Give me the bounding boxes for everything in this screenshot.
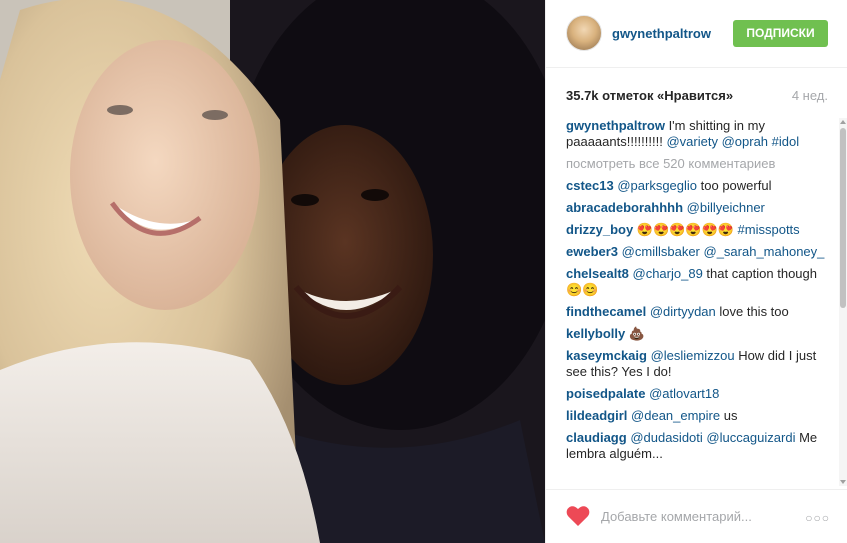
- caption: gwynethpaltrow I'm shitting in my paaaaa…: [566, 118, 828, 150]
- comment-text: too powerful: [697, 178, 772, 193]
- comment-author[interactable]: kaseymckaig: [566, 348, 647, 363]
- comment-author[interactable]: chelsealt8: [566, 266, 629, 281]
- comment-tag[interactable]: @billyeichner: [687, 200, 765, 215]
- caption-author[interactable]: gwynethpaltrow: [566, 118, 665, 133]
- caption-tag[interactable]: @oprah: [722, 134, 768, 149]
- comment-text: 💩: [625, 326, 646, 341]
- comment-tag[interactable]: @dean_empire: [631, 408, 720, 423]
- comment-text: 😍😍😍😍😍😍: [633, 222, 738, 237]
- comment-author[interactable]: cstec13: [566, 178, 614, 193]
- post-age[interactable]: 4 нед.: [792, 88, 828, 103]
- comment-tag[interactable]: @parksgeglio: [617, 178, 697, 193]
- follow-button[interactable]: ПОДПИСКИ: [733, 20, 828, 47]
- list-item: poisedpalate @atlovart18: [566, 386, 828, 402]
- scrollbar-thumb[interactable]: [840, 128, 846, 308]
- comment-tag[interactable]: @cmillsbaker @_sarah_mahoney_: [622, 244, 825, 259]
- list-item: claudiagg @dudasidoti @luccaguizardi Me …: [566, 430, 828, 462]
- comment-text: love this too: [715, 304, 789, 319]
- comment-author[interactable]: claudiagg: [566, 430, 627, 445]
- comment-author[interactable]: poisedpalate: [566, 386, 645, 401]
- comment-author[interactable]: lildeadgirl: [566, 408, 627, 423]
- list-item: kaseymckaig @lesliemizzou How did I just…: [566, 348, 828, 380]
- comments-scrollbar[interactable]: [839, 118, 847, 486]
- scroll-up-icon[interactable]: [840, 120, 846, 124]
- comment-author[interactable]: kellybolly: [566, 326, 625, 341]
- list-item: drizzy_boy 😍😍😍😍😍😍 #misspotts: [566, 222, 828, 238]
- post-header: gwynethpaltrow ПОДПИСКИ: [546, 0, 847, 68]
- comment-author[interactable]: eweber3: [566, 244, 618, 259]
- post-stats: 35.7k отметок «Нравится» 4 нед.: [566, 88, 828, 103]
- comment-tag[interactable]: @lesliemizzou: [651, 348, 735, 363]
- likes-count[interactable]: 35.7k отметок «Нравится»: [566, 88, 733, 103]
- comment-text: us: [720, 408, 738, 423]
- avatar[interactable]: [566, 15, 602, 51]
- post-photo[interactable]: [0, 0, 545, 543]
- comment-tag[interactable]: #misspotts: [738, 222, 800, 237]
- comment-author[interactable]: findthecamel: [566, 304, 646, 319]
- post-sidebar: gwynethpaltrow ПОДПИСКИ 35.7k отметок «Н…: [545, 0, 847, 543]
- comments-list[interactable]: gwynethpaltrow I'm shitting in my paaaaa…: [566, 118, 828, 486]
- more-options-icon[interactable]: ○○○: [805, 511, 830, 525]
- comment-tag[interactable]: @atlovart18: [649, 386, 719, 401]
- photo-illustration: [0, 0, 545, 543]
- instagram-post: gwynethpaltrow ПОДПИСКИ 35.7k отметок «Н…: [0, 0, 847, 543]
- list-item: lildeadgirl @dean_empire us: [566, 408, 828, 424]
- author-username[interactable]: gwynethpaltrow: [612, 26, 711, 41]
- list-item: chelsealt8 @charjo_89 that caption thoug…: [566, 266, 828, 298]
- comment-author[interactable]: drizzy_boy: [566, 222, 633, 237]
- view-all-comments-link[interactable]: посмотреть все 520 комментариев: [566, 156, 828, 172]
- comment-input[interactable]: [601, 505, 791, 527]
- caption-tag[interactable]: #idol: [772, 134, 799, 149]
- comment-tag[interactable]: @charjo_89: [633, 266, 703, 281]
- caption-tag[interactable]: @variety: [666, 134, 718, 149]
- scroll-down-icon[interactable]: [840, 480, 846, 484]
- comment-author[interactable]: abracadeborahhhh: [566, 200, 683, 215]
- heart-icon[interactable]: [566, 505, 590, 527]
- comment-tag[interactable]: @dirtyydan: [650, 304, 716, 319]
- post-footer: ○○○: [546, 489, 847, 543]
- list-item: eweber3 @cmillsbaker @_sarah_mahoney_: [566, 244, 828, 260]
- list-item: abracadeborahhhh @billyeichner: [566, 200, 828, 216]
- list-item: kellybolly 💩: [566, 326, 828, 342]
- comment-tag[interactable]: @dudasidoti @luccaguizardi: [630, 430, 795, 445]
- list-item: cstec13 @parksgeglio too powerful: [566, 178, 828, 194]
- list-item: findthecamel @dirtyydan love this too: [566, 304, 828, 320]
